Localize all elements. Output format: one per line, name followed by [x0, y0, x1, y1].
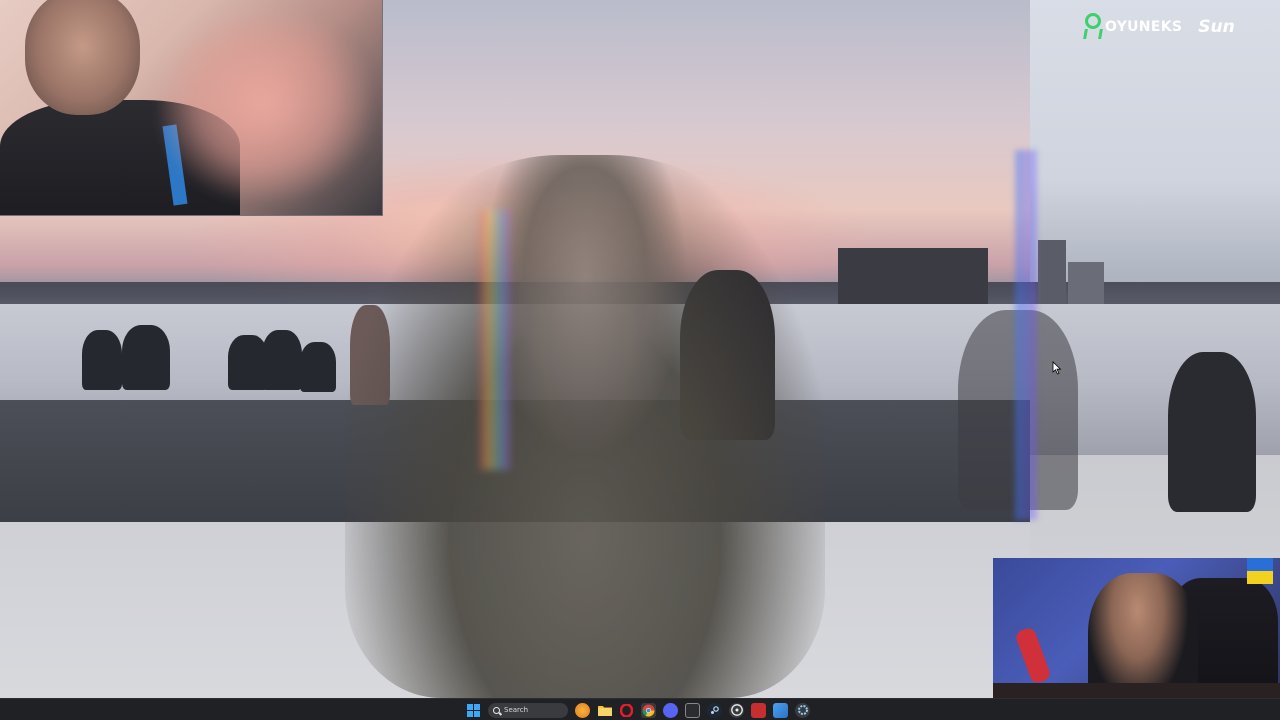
- taskbar-icons: Search: [466, 699, 810, 720]
- sitting-man: [1168, 352, 1256, 512]
- oyuneks-logo-text: OYUNEKS: [1105, 19, 1183, 35]
- webcam-person-face: [25, 0, 140, 115]
- oyuneks-logo: OYUNEKS: [1083, 13, 1182, 41]
- sitting-person: [262, 330, 302, 390]
- sun-logo: Sun: [1198, 17, 1235, 37]
- webcam-overlay-top: [0, 0, 383, 216]
- taskbar-search[interactable]: Search: [488, 702, 568, 718]
- city-building: [1068, 262, 1104, 304]
- sitting-person: [300, 342, 336, 392]
- obs-icon[interactable]: [729, 702, 744, 718]
- station-building: [838, 248, 988, 304]
- game-app-icon[interactable]: [575, 702, 590, 718]
- lens-flare: [480, 210, 510, 470]
- oyuneks-icon: [1083, 13, 1103, 41]
- sponsor-logos: OYUNEKS Sun: [1083, 10, 1235, 44]
- media-app-icon[interactable]: [751, 702, 766, 718]
- photos-icon[interactable]: [773, 702, 788, 718]
- windows-start-icon[interactable]: [466, 703, 481, 718]
- mouse-cursor-icon: [1052, 360, 1062, 375]
- webcam-hand: [160, 10, 370, 200]
- file-explorer-icon[interactable]: [597, 703, 612, 718]
- flag-icon: [1247, 558, 1273, 584]
- stream-deck-icon[interactable]: [685, 702, 700, 718]
- taskbar: Search: [0, 698, 1280, 720]
- microphone: [1014, 626, 1052, 685]
- settings-app-icon[interactable]: [795, 702, 810, 718]
- tower-building: [1038, 240, 1066, 304]
- search-icon: [493, 706, 500, 714]
- opera-icon[interactable]: [619, 703, 634, 718]
- chrome-icon[interactable]: [641, 702, 656, 718]
- steam-icon[interactable]: [707, 702, 722, 718]
- sitting-person: [122, 325, 170, 390]
- sky-region: [1030, 0, 1280, 300]
- rapper-figure: [345, 155, 825, 698]
- streamer-webcam: [993, 558, 1280, 720]
- search-label: Search: [504, 706, 529, 714]
- discord-icon[interactable]: [663, 702, 678, 718]
- sitting-person: [82, 330, 122, 390]
- lens-flare: [1015, 150, 1037, 520]
